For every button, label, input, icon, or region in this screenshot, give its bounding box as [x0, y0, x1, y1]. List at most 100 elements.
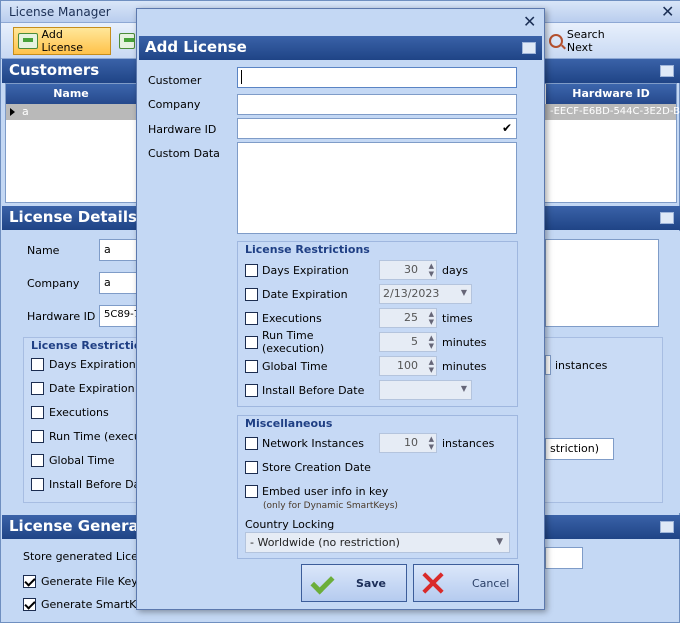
spin-down-icon[interactable]: ▼ [429, 443, 434, 451]
custom-data-textarea[interactable] [237, 142, 517, 234]
company-input[interactable] [237, 94, 517, 115]
generate-file-key-checkbox[interactable]: Generate File Key [23, 575, 138, 588]
network-instances-spinner[interactable]: 10 ▲ ▼ [379, 433, 437, 453]
generate-file-key-label: Generate File Key [41, 575, 138, 588]
install-before-label: Install Before Date [262, 383, 365, 397]
date-expiration-label: Date Expiration [262, 287, 348, 301]
bg-name-field[interactable]: a [99, 239, 139, 261]
checkbox-icon [31, 454, 44, 467]
spin-down-icon[interactable]: ▼ [429, 318, 434, 326]
spin-up-icon[interactable]: ▲ [429, 334, 434, 342]
install-before-checkbox[interactable] [245, 383, 258, 397]
run-time-checkbox[interactable] [245, 335, 258, 349]
global-time-unit: minutes [442, 359, 487, 373]
run-time-spinner[interactable]: 5 ▲ ▼ [379, 332, 437, 352]
days-expiration-label: Days Expiration [262, 263, 349, 277]
chevron-down-icon[interactable]: ▼ [461, 288, 467, 297]
add-license-dialog: ✕ Add License Customer Company Hardware … [136, 8, 545, 610]
checkbox-icon [31, 406, 44, 419]
spin-up-icon[interactable]: ▲ [429, 262, 434, 270]
checkbox-checked-icon [23, 575, 36, 588]
embed-user-info-row: Embed user info in key [245, 481, 509, 501]
generation-icon[interactable] [660, 521, 674, 533]
bg-company-field[interactable]: a [99, 272, 139, 294]
bg-country-locking-combo[interactable]: striction) [545, 438, 614, 460]
license-details-heading: License Details [9, 208, 137, 226]
users-icon[interactable] [660, 65, 674, 77]
checkbox-icon [31, 430, 44, 443]
bg-days-expiration-label: Days Expiration [49, 358, 136, 371]
add-license-button[interactable]: Add License [13, 27, 111, 55]
date-expiration-picker[interactable]: 2/13/2023 ▼ [379, 284, 472, 304]
checkmark-icon [310, 572, 332, 594]
license-restrictions-title: License Restrictions [245, 243, 370, 256]
chevron-down-icon[interactable]: ▼ [496, 537, 503, 547]
bg-date-expiration-checkbox[interactable]: Date Expiration [31, 382, 135, 395]
days-expiration-checkbox[interactable] [245, 263, 258, 277]
close-icon[interactable]: ✕ [661, 2, 674, 21]
details-icon[interactable] [660, 212, 674, 224]
checkbox-icon [31, 382, 44, 395]
checkbox-icon [31, 478, 44, 491]
bg-executions-label: Executions [49, 406, 109, 419]
close-icon[interactable]: ✕ [523, 12, 536, 31]
main-window-title: License Manager [9, 5, 111, 19]
row-marker-icon [10, 108, 15, 116]
days-expiration-row: Days Expiration 30 ▲ ▼ days [245, 260, 509, 280]
dialog-title: Add License [145, 38, 247, 56]
search-next-label: Search Next [566, 28, 605, 54]
search-icon [549, 34, 563, 48]
date-expiration-checkbox[interactable] [245, 287, 258, 301]
bg-install-before-checkbox[interactable]: Install Before Date [31, 478, 151, 491]
generate-smartkey-checkbox[interactable]: Generate SmartKey [23, 598, 149, 611]
cell-name: a [22, 105, 29, 118]
executions-spinner[interactable]: 25 ▲ ▼ [379, 308, 437, 328]
embed-user-info-note: (only for Dynamic SmartKeys) [263, 501, 398, 511]
bg-days-expiration-checkbox[interactable]: Days Expiration [31, 358, 136, 371]
miscellaneous-group: Miscellaneous Network Instances 10 ▲ ▼ in… [237, 415, 518, 559]
checkmark-icon[interactable]: ✔ [502, 121, 512, 135]
keyboard-icon[interactable] [522, 42, 536, 54]
dialog-titlebar: Add License [139, 36, 542, 60]
install-before-picker[interactable]: ▼ [379, 380, 472, 400]
run-time-label: Run Time (execution) [262, 329, 325, 355]
spin-down-icon[interactable]: ▼ [429, 366, 434, 374]
bg-executions-checkbox[interactable]: Executions [31, 406, 109, 419]
days-expiration-unit: days [442, 263, 468, 277]
spin-up-icon[interactable]: ▲ [429, 435, 434, 443]
column-header-name[interactable]: Name [6, 84, 136, 104]
spin-up-icon[interactable]: ▲ [429, 310, 434, 318]
spin-up-icon[interactable]: ▲ [429, 358, 434, 366]
store-creation-date-checkbox[interactable] [245, 460, 258, 474]
global-time-label: Global Time [262, 359, 328, 373]
store-creation-date-row: Store Creation Date [245, 457, 509, 477]
bg-hardware-id-field[interactable]: 5C89-73 [99, 305, 139, 327]
global-time-spinner[interactable]: 100 ▲ ▼ [379, 356, 437, 376]
bg-global-time-checkbox[interactable]: Global Time [31, 454, 115, 467]
search-next-button[interactable]: Search Next [545, 27, 637, 55]
executions-checkbox[interactable] [245, 311, 258, 325]
network-instances-checkbox[interactable] [245, 436, 258, 450]
column-header-hardware-id[interactable]: Hardware ID [546, 84, 676, 104]
bg-custom-data-field[interactable] [545, 239, 659, 327]
dialog-frame-top: ✕ [137, 9, 544, 36]
network-instances-unit: instances [442, 436, 495, 450]
spin-down-icon[interactable]: ▼ [429, 270, 434, 278]
spin-down-icon[interactable]: ▼ [429, 342, 434, 350]
embed-user-info-checkbox[interactable] [245, 484, 258, 498]
country-locking-combo[interactable]: - Worldwide (no restriction) ▼ [245, 532, 510, 553]
chevron-down-icon[interactable]: ▼ [461, 384, 467, 393]
days-expiration-spinner[interactable]: 30 ▲ ▼ [379, 260, 437, 280]
customer-label: Customer [148, 74, 202, 87]
customers-heading: Customers [9, 61, 100, 79]
license-restrictions-group: License Restrictions Days Expiration 30 … [237, 241, 518, 407]
bg-store-path-field[interactable] [545, 547, 583, 569]
global-time-value: 100 [397, 359, 418, 372]
save-button[interactable]: Save [301, 564, 407, 602]
global-time-checkbox[interactable] [245, 359, 258, 373]
cancel-button[interactable]: Cancel [413, 564, 519, 602]
bg-instances-unit: instances [555, 359, 608, 372]
customer-input[interactable] [237, 67, 517, 88]
hardware-id-input[interactable]: ✔ [237, 118, 517, 139]
bg-instances-spinner[interactable] [545, 355, 551, 375]
